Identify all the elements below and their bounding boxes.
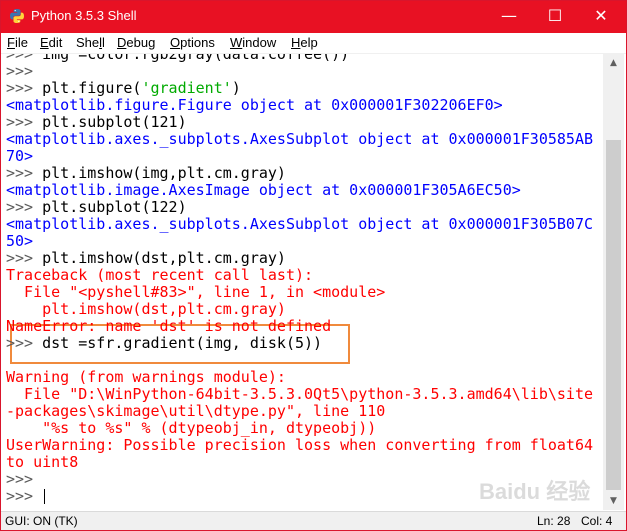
shell-input-text: dst =sfr.gradient(img, disk(5)) (42, 334, 323, 352)
shell-line: <matplotlib.image.AxesImage object at 0x… (6, 182, 521, 199)
shell-line: <matplotlib.figure.Figure object at 0x00… (6, 97, 503, 114)
shell-prompt-text: >>> (6, 113, 43, 131)
vertical-scrollbar[interactable]: ▲ ▼ (603, 54, 624, 510)
shell-input-text: plt.imshow(dst,plt.cm.gray) (42, 249, 286, 267)
status-bar: GUI: ON (TK) Ln: 28 Col: 4 (1, 511, 626, 530)
menu-debug[interactable]: Debug (117, 34, 155, 52)
baidu-watermark-logo: Baidu 经验 (479, 479, 590, 504)
shell-line: >>> plt.figure('gradient') (6, 80, 241, 97)
shell-line: NameError: name 'dst' is not defined (6, 318, 331, 335)
close-icon[interactable]: ✕ (578, 1, 624, 33)
line-number: Ln: 28 (537, 514, 571, 528)
shell-line: <matplotlib.axes._subplots.AxesSubplot o… (6, 216, 593, 233)
shell-line: 70> (6, 148, 33, 165)
shell-line: Warning (from warnings module): (6, 369, 286, 386)
shell-output-text: 70> (6, 147, 34, 165)
menu-window[interactable]: Window (230, 34, 276, 52)
shell-input-text: plt.subplot(122) (42, 198, 187, 216)
shell-output-text: 50> (6, 232, 34, 250)
scroll-up-arrow-icon[interactable]: ▲ (603, 54, 624, 72)
shell-line: "%s to %s" % (dtypeobj_in, dtypeobj)) (6, 420, 376, 437)
idle-shell-window: Python 3.5.3 Shell — ☐ ✕ File Edit Shell… (0, 0, 627, 531)
shell-line: >>> dst =sfr.gradient(img, disk(5)) (6, 335, 322, 352)
shell-input-text: plt.figure( (42, 79, 142, 97)
menu-bar: File Edit Shell Debug Options Window Hel… (1, 33, 626, 54)
shell-output-text: <matplotlib.image.AxesImage object at 0x… (6, 181, 521, 199)
shell-prompt-text: >>> (6, 62, 34, 80)
shell-error-text: -packages\skimage\util\dtype.py", line 1… (6, 402, 386, 420)
shell-prompt-text: >>> (6, 334, 43, 352)
shell-line: File "<pyshell#83>", line 1, in <module> (6, 284, 385, 301)
shell-input-text: ) (231, 79, 241, 97)
watermark-text: Baidu 经验 (479, 479, 590, 504)
title-bar[interactable]: Python 3.5.3 Shell — ☐ ✕ (1, 1, 626, 33)
shell-error-text: File "<pyshell#83>", line 1, in <module> (6, 283, 386, 301)
shell-line: plt.imshow(dst,plt.cm.gray) (6, 301, 286, 318)
shell-input-text: plt.imshow(img,plt.cm.gray) (42, 164, 286, 182)
shell-error-text: plt.imshow(dst,plt.cm.gray) (6, 300, 286, 318)
menu-options[interactable]: Options (170, 34, 215, 52)
shell-line: 50> (6, 233, 33, 250)
python-logo-icon (10, 9, 24, 23)
shell-line: >>> img =color.rgb2gray(data.coffee()) (6, 54, 349, 63)
shell-string-text: 'gradient' (141, 79, 232, 97)
column-number: Col: 4 (581, 514, 613, 528)
shell-line: >>> (6, 487, 46, 505)
gui-status: GUI: ON (TK) (5, 514, 78, 528)
shell-prompt-text: >>> (6, 470, 34, 488)
shell-line: >>> plt.subplot(122) (6, 199, 187, 216)
shell-output-text: <matplotlib.figure.Figure object at 0x00… (6, 96, 503, 114)
shell-error-text: "%s to %s" % (dtypeobj_in, dtypeobj)) (6, 419, 377, 437)
shell-prompt-text: >>> (6, 249, 43, 267)
shell-input-text: img =color.rgb2gray(data.coffee()) (42, 54, 350, 63)
shell-input-text: plt.subplot(121) (42, 113, 187, 131)
shell-line: >>> plt.imshow(dst,plt.cm.gray) (6, 250, 286, 267)
window-title: Python 3.5.3 Shell (31, 8, 137, 23)
shell-prompt-text: >>> (6, 79, 43, 97)
maximize-icon[interactable]: ☐ (532, 1, 578, 33)
shell-line: -packages\skimage\util\dtype.py", line 1… (6, 403, 385, 420)
shell-line: >>> plt.imshow(img,plt.cm.gray) (6, 165, 286, 182)
shell-output-text: <matplotlib.axes._subplots.AxesSubplot o… (6, 130, 593, 148)
shell-line: >>> (6, 63, 33, 80)
shell-line: Traceback (most recent call last): (6, 267, 313, 284)
shell-prompt-text: >>> (6, 164, 43, 182)
shell-error-text: Warning (from warnings module): (6, 368, 286, 386)
scrollbar-thumb[interactable] (606, 140, 621, 490)
menu-file[interactable]: File (7, 34, 28, 52)
shell-prompt-text: >>> (6, 487, 43, 505)
shell-line: >>> plt.subplot(121) (6, 114, 187, 131)
shell-error-text: UserWarning: Possible precision loss whe… (6, 436, 593, 454)
shell-prompt-text: >>> (6, 198, 43, 216)
shell-error-text: to uint8 (6, 453, 79, 471)
minimize-icon[interactable]: — (486, 1, 532, 33)
shell-line: to uint8 (6, 454, 78, 471)
shell-text-area[interactable]: >>> img =color.rgb2gray(data.coffee()) >>… (2, 54, 603, 510)
shell-output-text: <matplotlib.axes._subplots.AxesSubplot o… (6, 215, 593, 233)
menu-help[interactable]: Help (291, 34, 318, 52)
menu-edit[interactable]: Edit (40, 34, 62, 52)
shell-error-text: File "D:\WinPython-64bit-3.5.3.0Qt5\pyth… (6, 385, 593, 403)
shell-line: >>> (6, 471, 33, 488)
shell-line: File "D:\WinPython-64bit-3.5.3.0Qt5\pyth… (6, 386, 593, 403)
shell-error-text: Traceback (most recent call last): (6, 266, 314, 284)
shell-line: <matplotlib.axes._subplots.AxesSubplot o… (6, 131, 593, 148)
shell-line: UserWarning: Possible precision loss whe… (6, 437, 593, 454)
text-cursor (44, 489, 46, 504)
shell-error-text: NameError: name 'dst' is not defined (6, 317, 332, 335)
menu-shell[interactable]: Shell (76, 34, 105, 52)
